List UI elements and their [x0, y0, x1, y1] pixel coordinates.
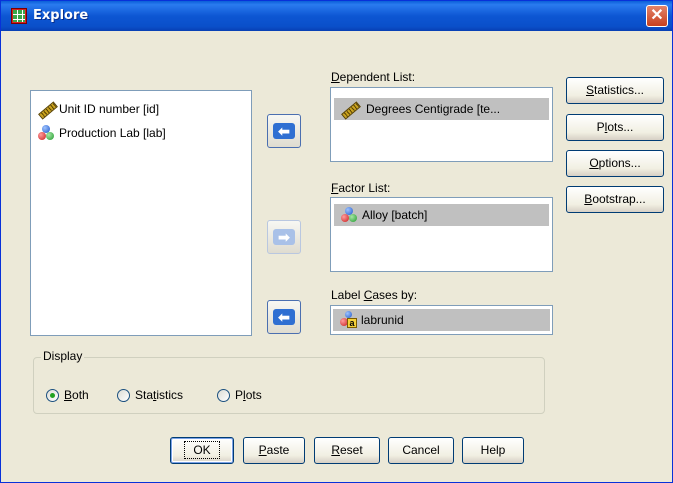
arrow-left-icon: ⬅: [273, 123, 295, 139]
list-item[interactable]: Unit ID number [id]: [37, 98, 245, 120]
dependent-list-label: Dependent List:: [331, 70, 416, 84]
display-group-title: Display: [41, 349, 85, 363]
radio-selected-icon[interactable]: [46, 388, 59, 402]
spss-app-icon: [11, 8, 27, 24]
list-item[interactable]: Degrees Centigrade [te...: [334, 98, 549, 120]
statistics-button[interactable]: Statistics...: [566, 77, 664, 104]
title-bar[interactable]: Explore ✕: [1, 1, 672, 31]
list-item-label: Production Lab [lab]: [59, 126, 166, 140]
arrow-left-icon: ⬅: [273, 309, 295, 325]
cancel-button[interactable]: Cancel: [388, 437, 454, 464]
radio-plots[interactable]: Plots: [217, 388, 262, 402]
radio-label: Plots: [235, 388, 262, 402]
label-case-icon: a: [339, 311, 357, 329]
list-item[interactable]: Production Lab [lab]: [37, 122, 245, 144]
help-button[interactable]: Help: [462, 437, 524, 464]
paste-button[interactable]: Paste: [243, 437, 305, 464]
ok-button[interactable]: OK: [170, 437, 234, 464]
bootstrap-button[interactable]: Bootstrap...: [566, 186, 664, 213]
list-item[interactable]: Alloy [batch]: [334, 204, 549, 226]
window-title: Explore: [33, 8, 89, 23]
factor-list-label: Factor List:: [331, 181, 391, 195]
nominal-balls-icon: [37, 124, 55, 142]
move-to-factor-button[interactable]: ➡: [267, 220, 301, 254]
ruler-icon: [37, 100, 55, 118]
close-button[interactable]: ✕: [646, 5, 668, 27]
list-item-label: Unit ID number [id]: [59, 102, 160, 116]
factor-list[interactable]: Alloy [batch]: [330, 197, 553, 272]
ruler-icon: [340, 100, 358, 118]
options-button[interactable]: Options...: [566, 150, 664, 177]
label-cases-label: Label Cases by:: [331, 288, 418, 302]
nominal-balls-icon: [340, 206, 358, 224]
plots-button[interactable]: Plots...: [566, 114, 664, 141]
list-item-label: Alloy [batch]: [362, 208, 428, 222]
label-cases-field[interactable]: a labrunid: [330, 305, 553, 335]
radio-unselected-icon[interactable]: [117, 388, 130, 402]
reset-button[interactable]: Reset: [314, 437, 380, 464]
radio-statistics[interactable]: Statistics: [117, 388, 183, 402]
display-group: [33, 357, 545, 414]
dependent-list[interactable]: Degrees Centigrade [te...: [330, 87, 553, 162]
radio-both[interactable]: Both: [46, 388, 89, 402]
move-to-dependent-button[interactable]: ⬅: [267, 114, 301, 148]
source-variable-list[interactable]: Unit ID number [id] Production Lab [lab]: [30, 90, 252, 336]
radio-unselected-icon[interactable]: [217, 388, 230, 402]
label-cases-value: labrunid: [361, 313, 404, 327]
explore-dialog: Explore ✕ Unit ID number [id] Production…: [0, 0, 673, 483]
label-cases-item[interactable]: a labrunid: [333, 309, 550, 331]
radio-label: Statistics: [135, 388, 184, 402]
move-to-label-cases-button[interactable]: ⬅: [267, 300, 301, 334]
arrow-right-icon: ➡: [273, 229, 295, 245]
radio-label: Both: [64, 388, 89, 402]
list-item-label: Degrees Centigrade [te...: [366, 102, 501, 116]
